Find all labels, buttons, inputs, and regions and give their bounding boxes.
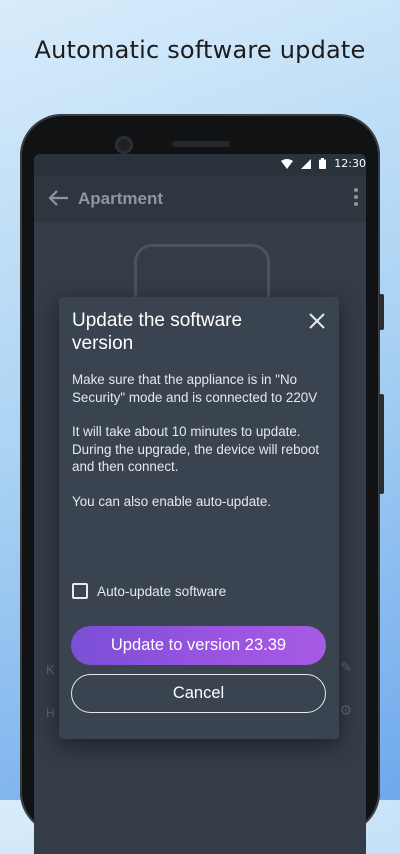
background-row-label: K xyxy=(46,662,55,677)
cancel-button[interactable]: Cancel xyxy=(71,674,326,713)
dialog-paragraph: Make sure that the appliance is in "No S… xyxy=(72,372,318,405)
back-arrow-icon[interactable] xyxy=(46,188,70,211)
wifi-icon xyxy=(281,158,294,169)
update-dialog: Update the software version Make sure th… xyxy=(59,297,339,739)
promo-headline: Automatic software update xyxy=(34,36,366,64)
speaker-grille xyxy=(172,141,230,147)
app-bar: Apartment xyxy=(34,176,366,222)
power-button xyxy=(379,394,384,494)
dialog-paragraph: It will take about 10 minutes to update.… xyxy=(72,424,320,474)
settings-icon: ⚙ xyxy=(339,702,352,718)
battery-icon xyxy=(319,158,327,169)
more-vert-icon[interactable] xyxy=(354,188,360,209)
status-bar: 12:30 xyxy=(34,154,366,176)
auto-update-checkbox-row[interactable]: Auto-update software xyxy=(72,583,226,599)
app-bar-title: Apartment xyxy=(78,189,164,208)
camera-icon xyxy=(115,136,133,154)
auto-update-label: Auto-update software xyxy=(97,583,227,599)
dialog-title: Update the software version xyxy=(72,310,243,354)
close-icon[interactable] xyxy=(307,311,327,331)
dialog-body: Make sure that the appliance is in "No S… xyxy=(72,371,330,527)
background-row-label: H xyxy=(46,706,55,720)
signal-icon xyxy=(301,158,312,169)
update-button[interactable]: Update to version 23.39 xyxy=(71,626,326,665)
edit-icon: ✎ xyxy=(340,659,352,675)
volume-button xyxy=(379,294,384,330)
dialog-paragraph: You can also enable auto-update. xyxy=(72,493,272,509)
status-time: 12:30 xyxy=(334,157,366,170)
auto-update-checkbox[interactable] xyxy=(72,583,88,599)
